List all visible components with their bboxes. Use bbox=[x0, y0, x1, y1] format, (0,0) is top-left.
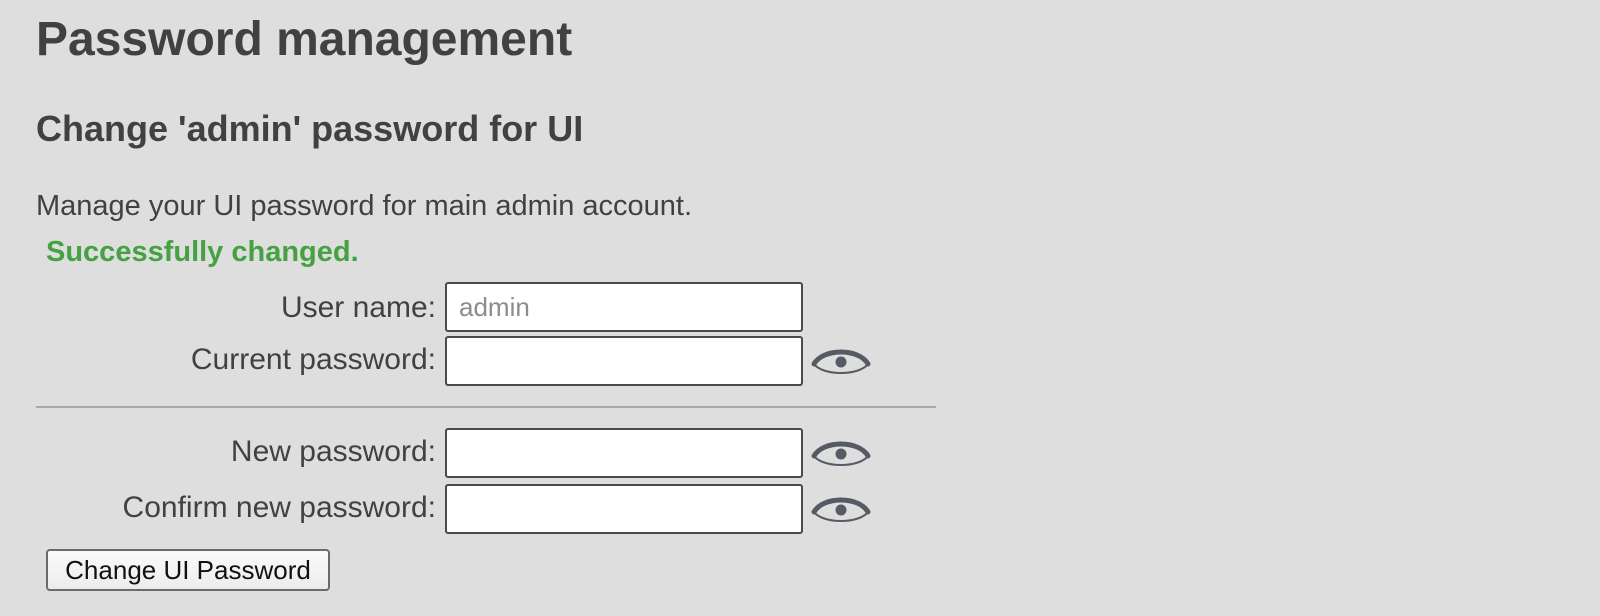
eye-icon[interactable] bbox=[811, 342, 871, 382]
password-management-page: Password management Change 'admin' passw… bbox=[0, 0, 1600, 616]
confirm-password-label: Confirm new password: bbox=[122, 491, 436, 524]
section-title: Change 'admin' password for UI bbox=[36, 108, 584, 149]
username-label: User name: bbox=[280, 291, 436, 324]
status-message: Successfully changed. bbox=[46, 236, 359, 268]
username-input[interactable] bbox=[445, 282, 803, 332]
change-password-button[interactable]: Change UI Password bbox=[46, 549, 330, 591]
current-password-input[interactable] bbox=[445, 336, 803, 386]
section-description: Manage your UI password for main admin a… bbox=[36, 190, 693, 222]
section-divider bbox=[36, 406, 936, 408]
new-password-input[interactable] bbox=[445, 428, 803, 478]
current-password-label: Current password: bbox=[190, 343, 436, 376]
confirm-password-input[interactable] bbox=[445, 484, 803, 534]
eye-icon[interactable] bbox=[811, 434, 871, 474]
eye-icon[interactable] bbox=[811, 490, 871, 530]
page-title: Password management bbox=[36, 13, 573, 66]
new-password-label: New password: bbox=[230, 435, 436, 468]
